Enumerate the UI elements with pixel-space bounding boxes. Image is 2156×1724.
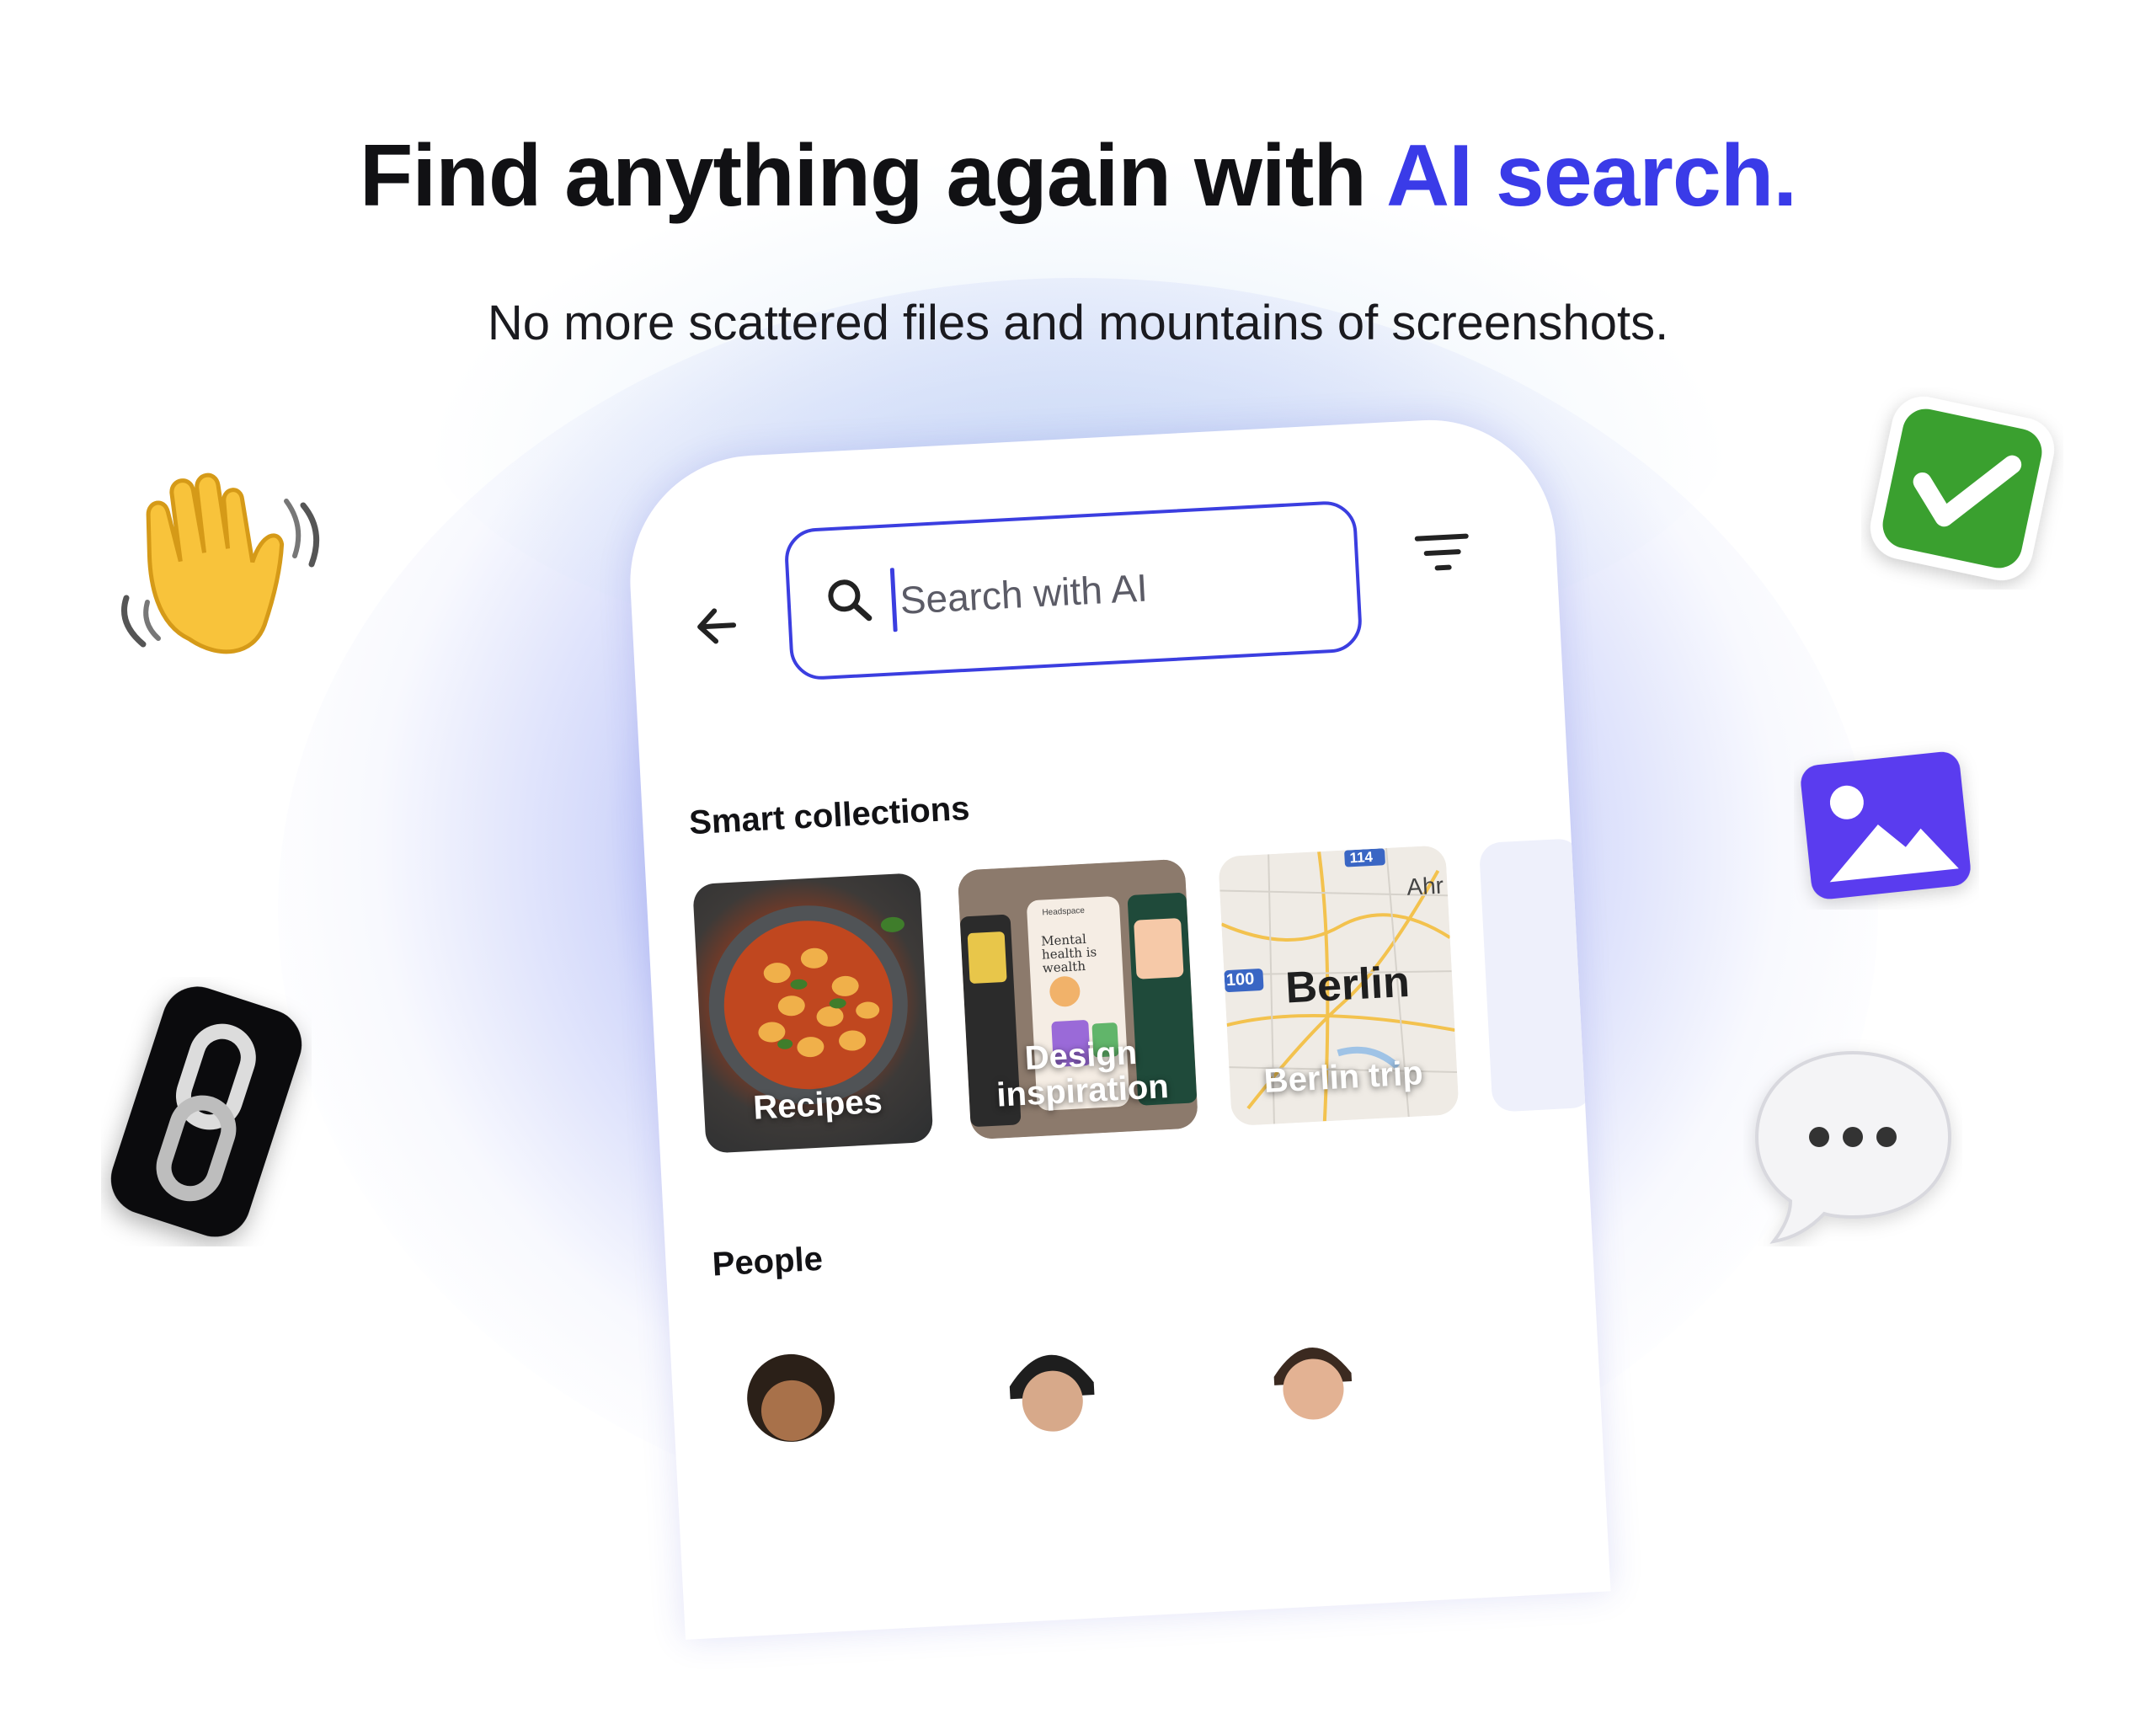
headline: Find anything again with AI search. xyxy=(0,126,2156,227)
subheadline: No more scattered files and mountains of… xyxy=(487,296,1669,350)
waving-hand-icon xyxy=(121,472,320,654)
search-placeholder: Search with AI xyxy=(899,565,1149,622)
text-cursor xyxy=(889,568,898,632)
headline-main: Find anything again with xyxy=(359,127,1386,225)
person-avatar[interactable] xyxy=(1250,1300,1374,1424)
berlin-map-place: Ahr xyxy=(1406,872,1444,900)
phone-mockup: Search with AI Smart collections Recipes xyxy=(623,414,1615,1724)
berlin-map-road-114: 114 xyxy=(1349,848,1374,867)
search-input[interactable]: Search with AI xyxy=(783,499,1364,681)
headline-accent: AI search. xyxy=(1385,127,1797,225)
people-title: People xyxy=(711,1240,824,1284)
back-arrow-icon[interactable] xyxy=(691,600,744,653)
check-mark-icon xyxy=(1870,396,2055,581)
design-mock-headline: Mental health is wealth xyxy=(1040,931,1097,976)
speech-bubble-icon xyxy=(1754,1050,1952,1244)
filter-icon[interactable] xyxy=(1412,527,1473,578)
berlin-map-city: Berlin xyxy=(1284,957,1412,1013)
link-icon xyxy=(110,986,302,1237)
image-icon xyxy=(1801,751,1971,899)
collection-card-design-inspiration[interactable]: Mental health is wealth Headspace Design… xyxy=(957,858,1199,1140)
collection-card-recipes[interactable]: Recipes xyxy=(692,873,934,1154)
phone-screen: Search with AI Smart collections Recipes xyxy=(623,414,1611,1640)
search-icon xyxy=(828,579,873,622)
collection-card-berlin-trip[interactable]: 100 114 Ahr Berlin Berlin trip xyxy=(1218,845,1460,1127)
berlin-map-road-100: 100 xyxy=(1225,969,1255,990)
person-avatar[interactable] xyxy=(990,1314,1113,1438)
smart-collections-title: Smart collections xyxy=(688,789,971,842)
collection-label-design-inspiration: Design inspiration xyxy=(995,1033,1170,1114)
person-avatar[interactable] xyxy=(728,1327,852,1451)
